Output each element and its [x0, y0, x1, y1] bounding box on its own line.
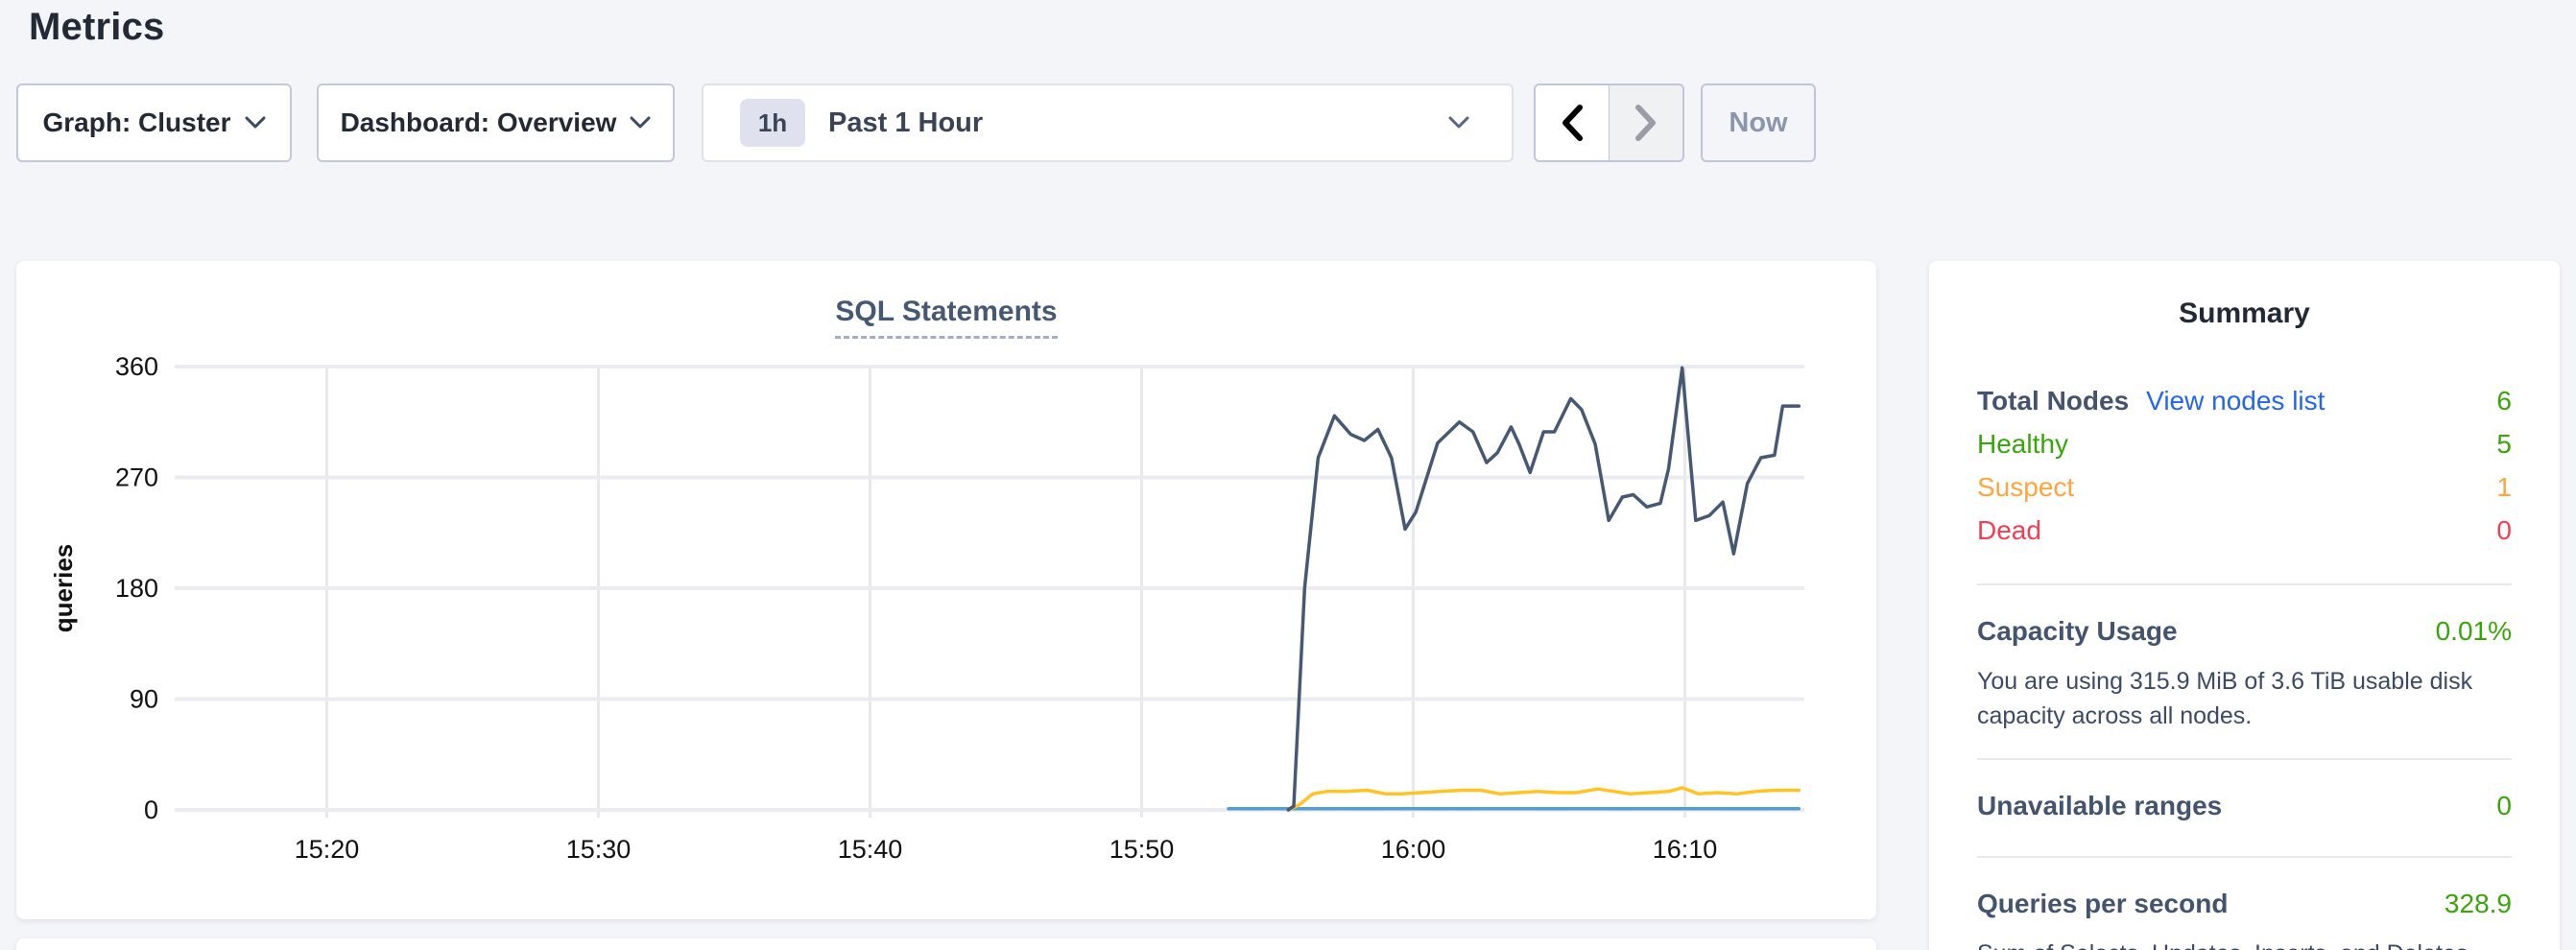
x-tick-label: 15:30 [566, 835, 632, 864]
y-tick-label: 180 [115, 574, 158, 603]
chevron-right-icon [1634, 104, 1658, 142]
dashboard-dropdown[interactable]: Dashboard: Overview [317, 83, 675, 162]
page-title: Metrics [29, 6, 164, 49]
x-tick-label: 16:00 [1381, 835, 1446, 864]
row-label: Healthy [1977, 429, 2068, 460]
chevron-down-icon [245, 116, 266, 130]
chart-title[interactable]: SQL Statements [835, 296, 1057, 339]
summary-title: Summary [1977, 297, 2512, 330]
row-value: 1 [2496, 472, 2512, 503]
y-tick-label: 0 [144, 796, 158, 824]
x-tick-label: 15:20 [295, 835, 360, 864]
next-time-window-button[interactable] [1610, 85, 1682, 160]
row-label: Suspect [1977, 472, 2074, 503]
y-axis-label: queries [49, 544, 78, 633]
now-button[interactable]: Now [1701, 83, 1816, 162]
row-label: Total Nodes [1977, 386, 2129, 416]
node-status-rows: Total Nodes View nodes list 6 Healthy 5 Suspe… [1977, 386, 2512, 558]
time-window-nav [1534, 83, 1684, 162]
row-value: 0 [2496, 515, 2512, 546]
summary-section: Capacity Usage 0.01% You are using 315.9 M… [1977, 616, 2512, 733]
chart-canvas[interactable]: 15:20 15:30 15:40 15:50 16:00 16:10 0 90 180 270 3… [16, 261, 1876, 919]
graph-dropdown[interactable]: Graph: Cluster [16, 83, 292, 162]
row-value: 5 [2496, 429, 2512, 460]
section-label: Unavailable ranges [1977, 791, 2222, 821]
divider [1977, 583, 2512, 585]
view-nodes-list-link[interactable]: View nodes list [2146, 386, 2325, 416]
y-tick-label: 270 [115, 463, 158, 492]
y-tick-label: 90 [130, 685, 158, 714]
next-chart-card [16, 938, 1876, 950]
graph-dropdown-label: Graph: Cluster [42, 107, 230, 138]
chevron-down-icon [1448, 116, 1469, 130]
section-value: 0 [2496, 791, 2512, 821]
time-range-label: Past 1 Hour [828, 107, 983, 139]
summary-section: Unavailable ranges 0 [1977, 791, 2512, 831]
chevron-down-icon [630, 116, 651, 130]
series-yellow-line [1288, 788, 1799, 810]
section-description: Sum of Selects, Updates, Inserts, and De… [1977, 937, 2495, 950]
summary-sections: Capacity Usage 0.01% You are using 315.9 M… [1977, 616, 2512, 950]
time-range-selector[interactable]: 1h Past 1 Hour [702, 83, 1514, 162]
chevron-left-icon [1560, 104, 1585, 142]
node-status-row: Total Nodes View nodes list 6 [1977, 386, 2512, 429]
section-label: Capacity Usage [1977, 616, 2178, 647]
node-status-row: Suspect 1 [1977, 472, 2512, 515]
x-tick-label: 16:10 [1653, 835, 1718, 864]
previous-time-window-button[interactable] [1536, 85, 1609, 160]
x-tick-label: 15:40 [838, 835, 903, 864]
section-value: 0.01% [2436, 616, 2512, 647]
row-value: 6 [2496, 386, 2512, 416]
y-tick-label: 360 [115, 352, 158, 381]
summary-section: Queries per second 328.9 Sum of Selects, U… [1977, 889, 2512, 950]
time-range-badge: 1h [740, 99, 805, 147]
dashboard-dropdown-label: Dashboard: Overview [341, 107, 617, 138]
section-description: You are using 315.9 MiB of 3.6 TiB usabl… [1977, 664, 2495, 733]
node-status-row: Dead 0 [1977, 515, 2512, 558]
divider [1977, 758, 2512, 760]
section-value: 328.9 [2445, 889, 2512, 919]
section-label: Queries per second [1977, 889, 2228, 919]
summary-panel: Summary Total Nodes View nodes list 6 Healt… [1929, 261, 2560, 950]
divider [1977, 856, 2512, 858]
sql-statements-chart-card: 15:20 15:30 15:40 15:50 16:00 16:10 0 90 180 270 3… [16, 261, 1876, 919]
row-label: Dead [1977, 515, 2041, 546]
node-status-row: Healthy 5 [1977, 429, 2512, 472]
x-tick-label: 15:50 [1109, 835, 1175, 864]
